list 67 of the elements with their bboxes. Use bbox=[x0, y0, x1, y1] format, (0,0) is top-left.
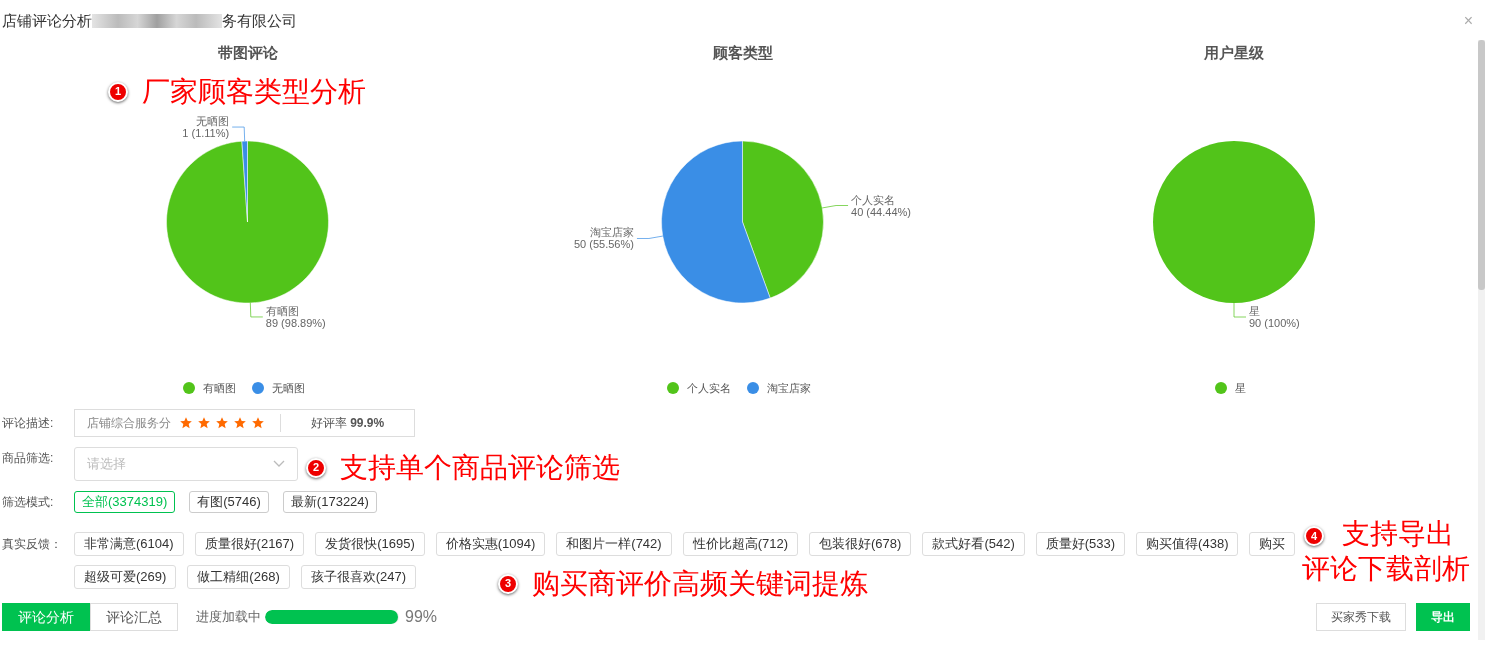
number-badge: 2 bbox=[306, 457, 326, 478]
data-label: 星 bbox=[1249, 305, 1260, 317]
legend-label: 淘宝店家 bbox=[766, 380, 811, 396]
legend-label: 有晒图 bbox=[202, 380, 236, 396]
data-label: 个人实名 bbox=[851, 193, 896, 206]
number-badge: 3 bbox=[498, 573, 518, 594]
chart-title: 顾客类型 bbox=[711, 43, 774, 63]
score-label: 店铺综合服务分 bbox=[87, 415, 171, 432]
keyword-tag[interactable]: 包装很好(678) bbox=[809, 532, 912, 556]
window-title: 店铺评论分析 bbox=[2, 10, 92, 31]
annotation-text: 支持导出 bbox=[1342, 517, 1454, 551]
field-label: 真实反馈： bbox=[2, 536, 63, 553]
leader-line bbox=[249, 302, 264, 318]
tab[interactable]: 评论汇总 bbox=[90, 603, 178, 631]
value-label: 90 (100%) bbox=[1249, 317, 1300, 329]
star-icon bbox=[197, 416, 211, 430]
download-button[interactable]: 买家秀下载 bbox=[1316, 603, 1406, 631]
chart-title: 用户星级 bbox=[1203, 43, 1265, 63]
keyword-tag[interactable]: 和图片一样(742) bbox=[556, 532, 672, 556]
field-label: 筛选模式: bbox=[2, 494, 55, 511]
progress-reading: 99% bbox=[405, 607, 438, 627]
legend-label: 星 bbox=[1234, 380, 1246, 396]
keyword-tag[interactable]: 购买 bbox=[1249, 532, 1296, 556]
number-badge: 4 bbox=[1304, 526, 1324, 546]
star-icon bbox=[233, 416, 247, 430]
keyword-tag[interactable]: 款式好看(542) bbox=[922, 532, 1025, 556]
data-label: 有晒图 bbox=[265, 304, 299, 317]
data-label: 无晒图 bbox=[196, 115, 230, 128]
value-label: 40 (44.44%) bbox=[851, 205, 911, 218]
leader-line bbox=[636, 235, 664, 239]
field-label: 评论描述: bbox=[2, 415, 55, 432]
rating-text: 好评率 99.9% bbox=[310, 416, 385, 430]
leader-line bbox=[231, 126, 246, 142]
chevron-down-icon bbox=[273, 460, 285, 468]
star-icon bbox=[215, 416, 229, 430]
keyword-tag[interactable]: 性价比超高(712) bbox=[682, 532, 799, 556]
data-label: 淘宝店家 bbox=[589, 226, 634, 239]
keyword-tag[interactable]: 价格实惠(1094) bbox=[435, 532, 546, 556]
keyword-tag[interactable]: 质量好(533) bbox=[1035, 532, 1126, 556]
annotation-text: 支持单个商品评论筛选 bbox=[340, 451, 620, 485]
keyword-tag[interactable]: 质量很好(2167) bbox=[194, 532, 305, 556]
annotation-text: 购买商评价高频关键词提炼 bbox=[532, 567, 868, 601]
field-label: 商品筛选: bbox=[2, 450, 55, 467]
star-icon bbox=[251, 416, 265, 430]
keyword-tag[interactable]: 做工精细(268) bbox=[187, 565, 290, 589]
leader-line bbox=[1233, 302, 1247, 318]
value-label: 1 (1.11%) bbox=[182, 127, 230, 140]
filter-chip[interactable]: 最新(173224) bbox=[282, 491, 377, 513]
scrollbar[interactable] bbox=[1478, 40, 1485, 640]
window-title: 务有限公司 bbox=[222, 10, 297, 31]
annotation-text: 厂家顾客类型分析 bbox=[142, 75, 366, 109]
keyword-tag[interactable]: 超级可爱(269) bbox=[74, 565, 177, 589]
keyword-tag[interactable]: 孩子很喜欢(247) bbox=[300, 565, 417, 589]
leader-line bbox=[821, 205, 849, 209]
filter-chip[interactable]: 有图(5746) bbox=[189, 491, 269, 513]
value-label: 89 (98.89%) bbox=[265, 316, 326, 329]
number-badge: 1 bbox=[108, 81, 128, 102]
legend-label: 个人实名 bbox=[686, 380, 731, 396]
keyword-tag[interactable]: 发货很快(1695) bbox=[315, 532, 425, 556]
value-label: 50 (55.56%) bbox=[574, 238, 634, 251]
annotation-text: 评论下载剖析 bbox=[1302, 552, 1470, 586]
star-icon bbox=[179, 416, 193, 430]
chart-title: 带图评论 bbox=[216, 43, 279, 63]
keyword-tag[interactable]: 购买值得(438) bbox=[1136, 532, 1239, 556]
keyword-tag[interactable]: 非常满意(6104) bbox=[74, 532, 184, 556]
legend-label: 无晒图 bbox=[271, 380, 305, 396]
progress-label: 进度加载中 bbox=[196, 608, 261, 627]
